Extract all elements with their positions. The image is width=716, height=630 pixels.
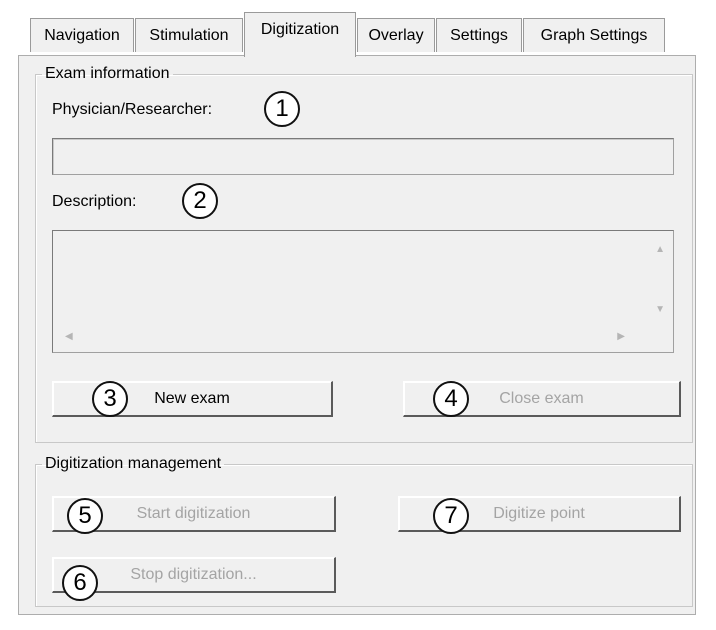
tab-graph-settings[interactable]: Graph Settings <box>523 18 665 52</box>
callout-7: 7 <box>433 498 469 534</box>
callout-4: 4 <box>433 381 469 417</box>
physician-label: Physician/Researcher: <box>52 101 213 118</box>
physician-field[interactable] <box>52 138 674 175</box>
tab-stimulation[interactable]: Stimulation <box>135 18 243 52</box>
description-textarea[interactable]: ▲ ▼ ◀ ▶ <box>52 230 674 353</box>
tab-digitization[interactable]: Digitization <box>244 12 356 57</box>
tab-navigation[interactable]: Navigation <box>30 18 134 52</box>
tab-settings[interactable]: Settings <box>436 18 522 52</box>
digitization-management-title: Digitization management <box>45 455 222 472</box>
exam-information-title: Exam information <box>45 65 170 82</box>
scroll-left-icon[interactable]: ◀ <box>65 332 73 342</box>
tab-overlay[interactable]: Overlay <box>357 18 435 52</box>
callout-6: 6 <box>62 565 98 601</box>
callout-5: 5 <box>67 498 103 534</box>
callout-3: 3 <box>92 381 128 417</box>
scroll-right-icon[interactable]: ▶ <box>617 332 625 342</box>
scroll-up-icon[interactable]: ▲ <box>655 245 665 255</box>
description-label: Description: <box>52 193 137 210</box>
scroll-down-icon[interactable]: ▼ <box>655 305 665 315</box>
callout-1: 1 <box>264 91 300 127</box>
callout-2: 2 <box>182 183 218 219</box>
